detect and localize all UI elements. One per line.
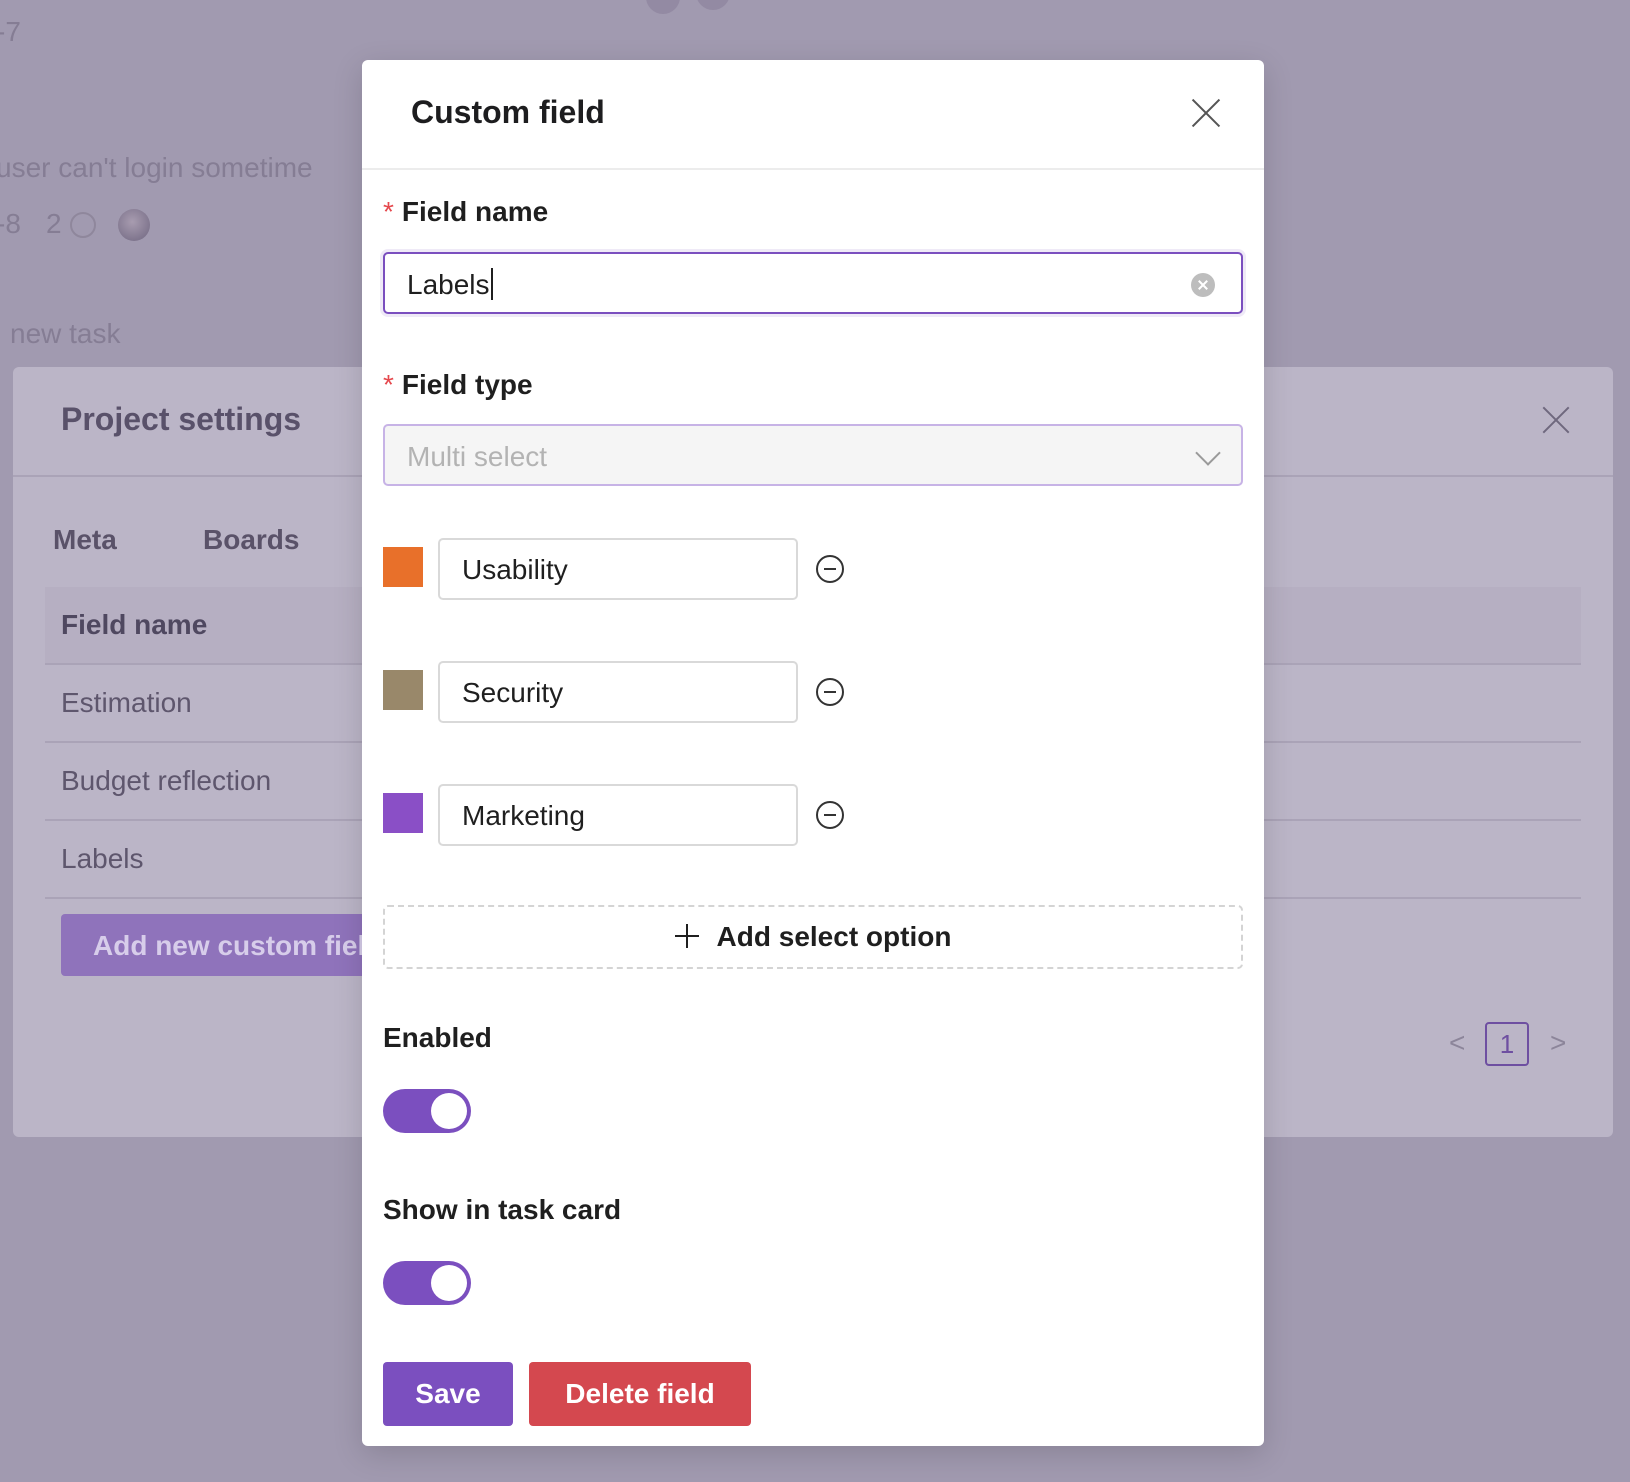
field-name-label-text: Field name bbox=[401, 196, 549, 227]
toggle-knob bbox=[431, 1093, 467, 1129]
field-name-input[interactable]: Labels bbox=[383, 252, 1243, 314]
select-option-row: Security bbox=[383, 661, 1243, 725]
show-in-task-card-label: Show in task card bbox=[383, 1194, 622, 1225]
show-in-task-card-toggle[interactable] bbox=[383, 1261, 471, 1305]
option-input[interactable]: Usability bbox=[438, 538, 798, 600]
table-cell: Labels bbox=[61, 843, 144, 874]
color-swatch[interactable] bbox=[383, 670, 423, 710]
pagination-current[interactable]: 1 bbox=[1485, 1022, 1529, 1066]
plus-icon bbox=[674, 924, 699, 948]
board-avatar-top-2 bbox=[696, 0, 730, 10]
color-swatch[interactable] bbox=[383, 793, 423, 833]
table-cell: Estimation bbox=[61, 687, 192, 718]
comment-count: 2 bbox=[46, 208, 62, 239]
select-option-row: Marketing bbox=[383, 784, 1243, 848]
add-select-option-label: Add select option bbox=[716, 921, 952, 952]
table-cell: Budget reflection bbox=[61, 765, 272, 796]
tab-meta[interactable]: Meta bbox=[53, 524, 117, 556]
text-caret bbox=[490, 268, 493, 300]
field-type-select[interactable]: Multi select bbox=[383, 424, 1243, 486]
remove-option-icon[interactable] bbox=[816, 678, 844, 706]
field-type-label: * Field type bbox=[383, 369, 533, 401]
modal-title: Custom field bbox=[411, 94, 605, 130]
required-mark: * bbox=[383, 196, 394, 227]
remove-option-icon[interactable] bbox=[816, 555, 844, 583]
pagination-prev[interactable]: < bbox=[1449, 1027, 1465, 1059]
option-input[interactable]: Marketing bbox=[438, 784, 798, 846]
color-swatch[interactable] bbox=[383, 547, 423, 587]
chevron-down-icon bbox=[1195, 440, 1221, 466]
modal-header: Custom field bbox=[362, 60, 1264, 170]
project-settings-title: Project settings bbox=[61, 401, 302, 437]
toggle-knob bbox=[431, 1265, 467, 1301]
clear-icon[interactable] bbox=[1191, 273, 1215, 297]
field-type-label-text: Field type bbox=[401, 369, 533, 400]
add-custom-field-button[interactable]: Add new custom field bbox=[61, 914, 381, 976]
enabled-toggle[interactable] bbox=[383, 1089, 471, 1133]
remove-option-icon[interactable] bbox=[816, 801, 844, 829]
select-option-row: Usability bbox=[383, 538, 1243, 602]
required-mark: * bbox=[383, 369, 394, 400]
enabled-label: Enabled bbox=[383, 1022, 492, 1053]
delete-field-button[interactable]: Delete field bbox=[529, 1362, 751, 1426]
custom-field-modal: Custom field * Field name Labels * Field t… bbox=[362, 60, 1264, 1446]
save-button[interactable]: Save bbox=[383, 1362, 513, 1426]
column-header-field-name: Field name bbox=[61, 609, 208, 640]
field-type-value: Multi select bbox=[407, 441, 548, 472]
task-title[interactable]: user can't login sometime bbox=[0, 152, 313, 184]
option-input[interactable]: Security bbox=[438, 661, 798, 723]
field-name-value: Labels bbox=[407, 268, 493, 301]
field-name-label: * Field name bbox=[383, 196, 548, 228]
board-avatar-top-1 bbox=[646, 0, 680, 14]
pagination-next[interactable]: > bbox=[1550, 1027, 1566, 1059]
comment-icon bbox=[70, 212, 96, 238]
avatar bbox=[118, 209, 150, 241]
close-icon[interactable] bbox=[1190, 98, 1222, 130]
close-icon[interactable] bbox=[1541, 405, 1571, 435]
add-select-option-button[interactable]: Add select option bbox=[383, 905, 1243, 969]
add-select-option-content: Add select option bbox=[674, 921, 952, 953]
add-new-task-link[interactable]: new task bbox=[10, 318, 121, 350]
task-id-top: -7 bbox=[0, 16, 21, 47]
tab-boards[interactable]: Boards bbox=[203, 524, 299, 556]
task-id: -8 bbox=[0, 208, 21, 239]
